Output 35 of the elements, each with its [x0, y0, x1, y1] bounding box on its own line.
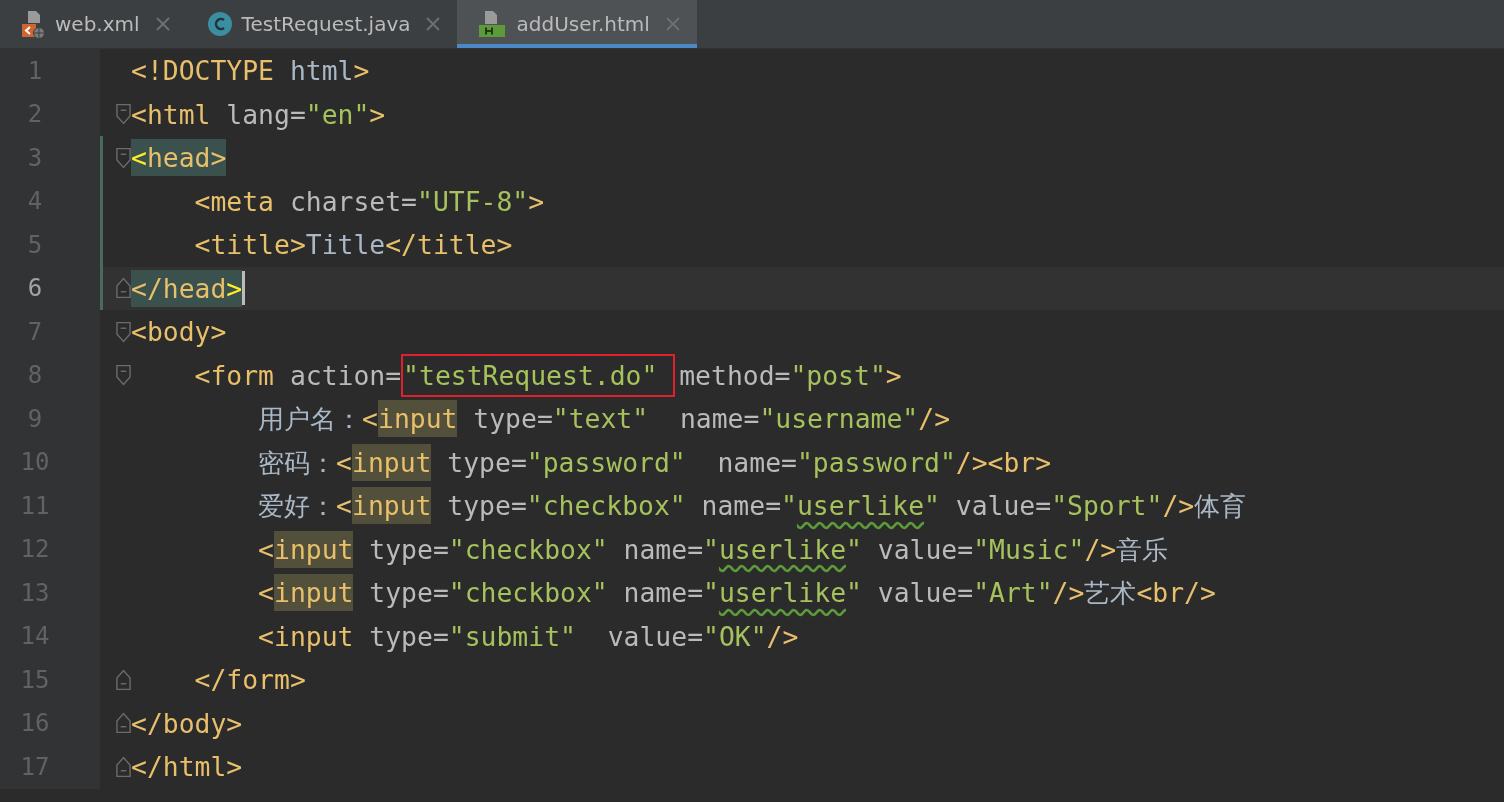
fold-icon[interactable]: [116, 319, 131, 344]
close-icon[interactable]: [425, 16, 442, 32]
fold-icon[interactable]: [116, 711, 131, 736]
code-text: 用户名：<input type="text" name="username"/>: [131, 397, 951, 441]
fold-icon[interactable]: [116, 145, 131, 170]
text-cursor: [242, 271, 246, 306]
editor-tab[interactable]: addUser.html: [457, 0, 697, 48]
annotation-box: "testRequest.do": [401, 353, 676, 397]
code-text: <form action=: [193, 358, 402, 393]
fold-icon[interactable]: [116, 102, 131, 127]
html-file-icon: [477, 9, 508, 39]
code-text: <title>Title</title>: [193, 228, 513, 262]
editor-tab[interactable]: web.xml: [0, 0, 187, 48]
code-text: method="post">: [679, 358, 902, 393]
code-text: <meta charset="UTF-8">: [193, 184, 545, 219]
code-text: </html>: [131, 750, 243, 784]
fold-icon[interactable]: [116, 754, 131, 779]
code-text: </body>: [131, 706, 243, 741]
code-text: <body>: [131, 315, 227, 349]
code-text: </form>: [193, 663, 306, 697]
fold-icon[interactable]: [116, 667, 131, 692]
code-text: <html lang="en">: [131, 97, 386, 132]
class-icon: [206, 11, 233, 37]
close-icon[interactable]: [154, 16, 171, 32]
code-text: <input type="checkbox" name="userlike" value="Art"/>艺术<br/>: [131, 571, 1216, 615]
close-icon[interactable]: [664, 16, 681, 32]
code-text: <input type="checkbox" name="userlike" value="Music"/>音乐: [131, 527, 1169, 571]
code-text: <!DOCTYPE html>: [131, 54, 370, 88]
code-text: 爱好：<input type="checkbox" name="userlike" value="Sport"/>体育: [131, 484, 1247, 528]
code-text: <input type="submit" value="OK"/>: [257, 619, 799, 654]
fold-icon[interactable]: [116, 363, 131, 388]
fold-icon[interactable]: [116, 276, 131, 301]
editor-tab[interactable]: TestRequest.java: [186, 0, 458, 48]
code-text: 密码：<input type="password" name="password"/><br>: [131, 440, 1052, 484]
xml-file-icon: [20, 9, 46, 39]
